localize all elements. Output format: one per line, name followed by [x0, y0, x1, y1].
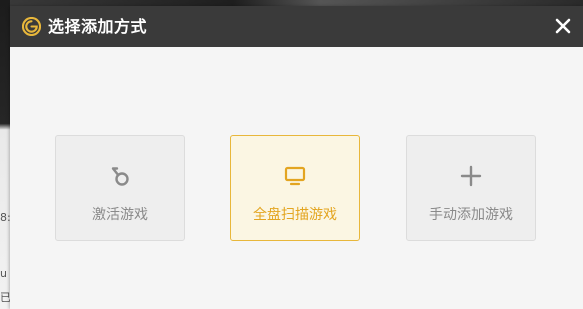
activate-game-label: 激活游戏: [92, 207, 148, 223]
dialog-title: 选择添加方式: [48, 17, 148, 36]
full-scan-games-button[interactable]: 全盘扫描游戏: [230, 135, 360, 241]
manual-add-game-button[interactable]: 手动添加游戏: [406, 135, 536, 241]
add-game-dialog: 选择添加方式 激活游戏 全盘扫描游戏 手动添加游戏: [10, 6, 583, 309]
add-method-options: 激活游戏 全盘扫描游戏 手动添加游戏: [10, 47, 583, 309]
activate-game-button[interactable]: 激活游戏: [55, 135, 185, 241]
close-icon[interactable]: [553, 16, 573, 36]
g-logo-icon: [22, 17, 41, 36]
background-text: u: [0, 268, 7, 280]
key-ring-icon: [111, 167, 129, 186]
manual-add-game-label: 手动添加游戏: [429, 207, 513, 223]
background-text: 8:: [0, 212, 10, 224]
background-text: 已: [0, 292, 10, 304]
plus-icon: [460, 165, 482, 187]
screen: 8: u 已 选择添加方式 激活游戏 全盘扫描游戏 手动添加游戏: [0, 0, 583, 309]
background-window-edge: [0, 0, 10, 309]
dialog-titlebar[interactable]: 选择添加方式: [10, 6, 583, 47]
full-scan-games-label: 全盘扫描游戏: [253, 207, 337, 223]
monitor-icon: [284, 166, 306, 186]
